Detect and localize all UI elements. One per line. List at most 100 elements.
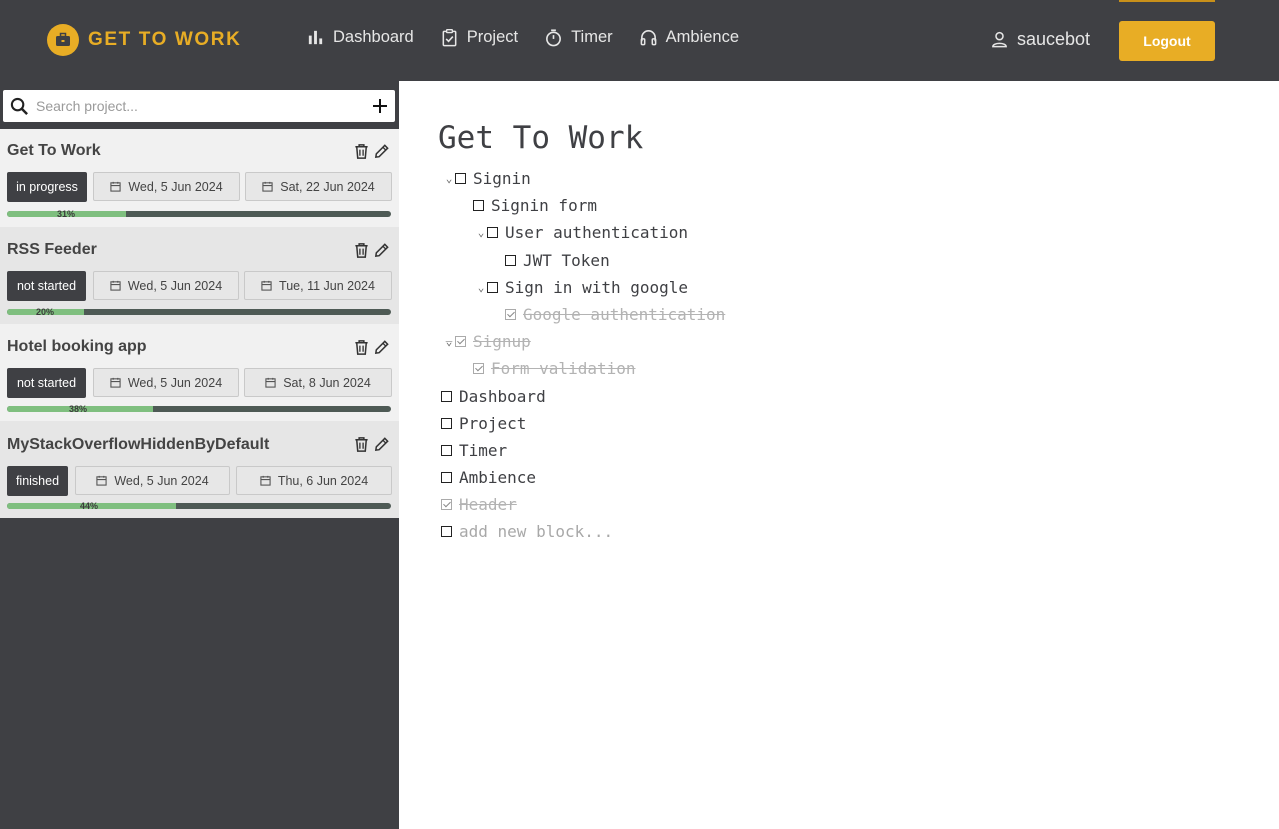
nav-project-label: Project — [466, 28, 519, 46]
project-search — [3, 90, 395, 122]
block-item[interactable]: ⌄ Sign in with google — [475, 276, 688, 298]
nav-project[interactable]: Project — [440, 28, 518, 47]
project-name: Get To Work — [7, 142, 101, 159]
checkbox[interactable] — [441, 390, 452, 402]
calendar-icon — [110, 280, 121, 291]
checkbox[interactable] — [441, 417, 452, 429]
end-date: Thu, 6 Jun 2024 — [277, 473, 369, 488]
checkbox[interactable] — [473, 199, 484, 211]
calendar-icon — [262, 181, 273, 192]
pencil-icon[interactable] — [373, 143, 390, 160]
project-name: MyStackOverflowHiddenByDefault — [7, 436, 270, 453]
new-block-placeholder[interactable]: add new block... — [459, 522, 613, 541]
block-item[interactable]: JWT Token — [505, 249, 610, 271]
bar-chart-icon — [308, 30, 323, 45]
start-date-field[interactable]: Wed, 5 Jun 2024 — [93, 368, 239, 397]
project-sidebar: Get To Work in progress Wed, 5 Jun 2024 … — [0, 81, 399, 829]
checkbox[interactable] — [455, 172, 466, 184]
start-date-field[interactable]: Wed, 5 Jun 2024 — [93, 271, 239, 300]
end-date-field[interactable]: Tue, 11 Jun 2024 — [244, 271, 392, 300]
block-text[interactable]: Signin — [473, 169, 531, 188]
calendar-icon — [110, 377, 121, 388]
trash-icon[interactable] — [353, 339, 370, 356]
clipboard-check-icon — [442, 29, 457, 47]
block-text[interactable]: Dashboard — [459, 387, 546, 406]
end-date-field[interactable]: Thu, 6 Jun 2024 — [236, 466, 392, 495]
checkbox[interactable] — [441, 471, 452, 483]
progress-label: 38% — [69, 404, 88, 414]
block-item[interactable]: Ambience — [441, 466, 536, 488]
checkbox[interactable] — [441, 444, 452, 456]
trash-icon[interactable] — [353, 242, 370, 259]
block-text[interactable]: Sign in with google — [505, 278, 688, 297]
pencil-icon[interactable] — [373, 242, 390, 259]
trash-icon[interactable] — [353, 143, 370, 160]
pencil-icon[interactable] — [373, 339, 390, 356]
project-card[interactable]: RSS Feeder not started Wed, 5 Jun 2024 T… — [0, 227, 399, 324]
block-item[interactable]: Signin form — [473, 194, 597, 216]
chevron-down-icon[interactable]: ⌄ — [475, 226, 487, 239]
block-text[interactable]: Header — [459, 495, 517, 514]
block-text[interactable]: Google authentication — [523, 305, 725, 324]
checkbox-checked[interactable] — [441, 498, 452, 510]
block-item[interactable]: Header — [441, 493, 517, 515]
project-card[interactable]: Get To Work in progress Wed, 5 Jun 2024 … — [0, 129, 399, 227]
checkbox[interactable] — [441, 525, 452, 537]
project-card[interactable]: Hotel booking app not started Wed, 5 Jun… — [0, 324, 399, 421]
block-text[interactable]: Signin form — [491, 196, 597, 215]
logout-button[interactable]: Logout — [1119, 21, 1215, 61]
nav-ambience[interactable]: Ambience — [639, 28, 739, 47]
brand-logo[interactable]: GET TO WORK — [47, 24, 241, 56]
checkbox[interactable] — [487, 281, 498, 293]
new-block-input[interactable]: add new block... — [441, 520, 613, 542]
checkbox-checked[interactable] — [473, 362, 484, 374]
user-menu[interactable]: saucebot — [990, 29, 1090, 50]
end-date: Sat, 22 Jun 2024 — [280, 179, 375, 194]
page-title[interactable]: Get To Work — [438, 120, 643, 156]
block-item[interactable]: Dashboard — [441, 385, 546, 407]
block-item[interactable]: ⌄ Signup — [443, 330, 531, 352]
start-date-field[interactable]: Wed, 5 Jun 2024 — [93, 172, 240, 201]
block-text[interactable]: Ambience — [459, 468, 536, 487]
chevron-down-icon[interactable]: ⌄ — [443, 172, 455, 185]
block-text[interactable]: Project — [459, 414, 526, 433]
brand-name: GET TO WORK — [88, 29, 242, 50]
checkbox-checked[interactable] — [455, 335, 466, 347]
top-header: GET TO WORK Dashboard Project Timer Ambi… — [0, 0, 1279, 81]
pencil-icon[interactable] — [373, 436, 390, 453]
block-text[interactable]: User authentication — [505, 223, 688, 242]
trash-icon[interactable] — [353, 436, 370, 453]
status-badge: not started — [7, 368, 86, 398]
chevron-down-icon[interactable]: ⌄ — [475, 281, 487, 294]
block-text[interactable]: Signup — [473, 332, 531, 351]
progress-bar — [7, 309, 391, 315]
block-text[interactable]: Timer — [459, 441, 507, 460]
block-item[interactable]: Form validation — [473, 357, 636, 379]
block-text[interactable]: JWT Token — [523, 251, 610, 270]
status-badge: in progress — [7, 172, 87, 202]
project-card[interactable]: MyStackOverflowHiddenByDefault finished … — [0, 421, 399, 518]
block-item[interactable]: ⌄ Signin — [443, 167, 531, 189]
start-date-field[interactable]: Wed, 5 Jun 2024 — [75, 466, 230, 495]
nav-timer-label: Timer — [571, 28, 613, 46]
user-icon — [992, 31, 1007, 48]
end-date-field[interactable]: Sat, 8 Jun 2024 — [244, 368, 392, 397]
checkbox-checked[interactable] — [505, 308, 516, 320]
checkbox[interactable] — [487, 226, 498, 238]
block-text[interactable]: Form validation — [491, 359, 636, 378]
checkbox[interactable] — [505, 254, 516, 266]
calendar-icon — [261, 280, 272, 291]
nav-dashboard[interactable]: Dashboard — [306, 28, 414, 47]
nav-ambience-label: Ambience — [665, 28, 740, 46]
block-item[interactable]: Google authentication — [505, 303, 725, 325]
add-project-icon[interactable] — [370, 96, 390, 121]
block-item[interactable]: Timer — [441, 439, 507, 461]
block-item[interactable]: Project — [441, 412, 526, 434]
block-item[interactable]: ⌄ User authentication — [475, 221, 688, 243]
chevron-down-icon[interactable]: ⌄ — [443, 335, 455, 348]
search-input[interactable] — [36, 93, 356, 119]
username: saucebot — [1017, 29, 1091, 49]
header-accent-strip — [1119, 0, 1215, 2]
nav-timer[interactable]: Timer — [544, 28, 613, 47]
end-date-field[interactable]: Sat, 22 Jun 2024 — [245, 172, 392, 201]
